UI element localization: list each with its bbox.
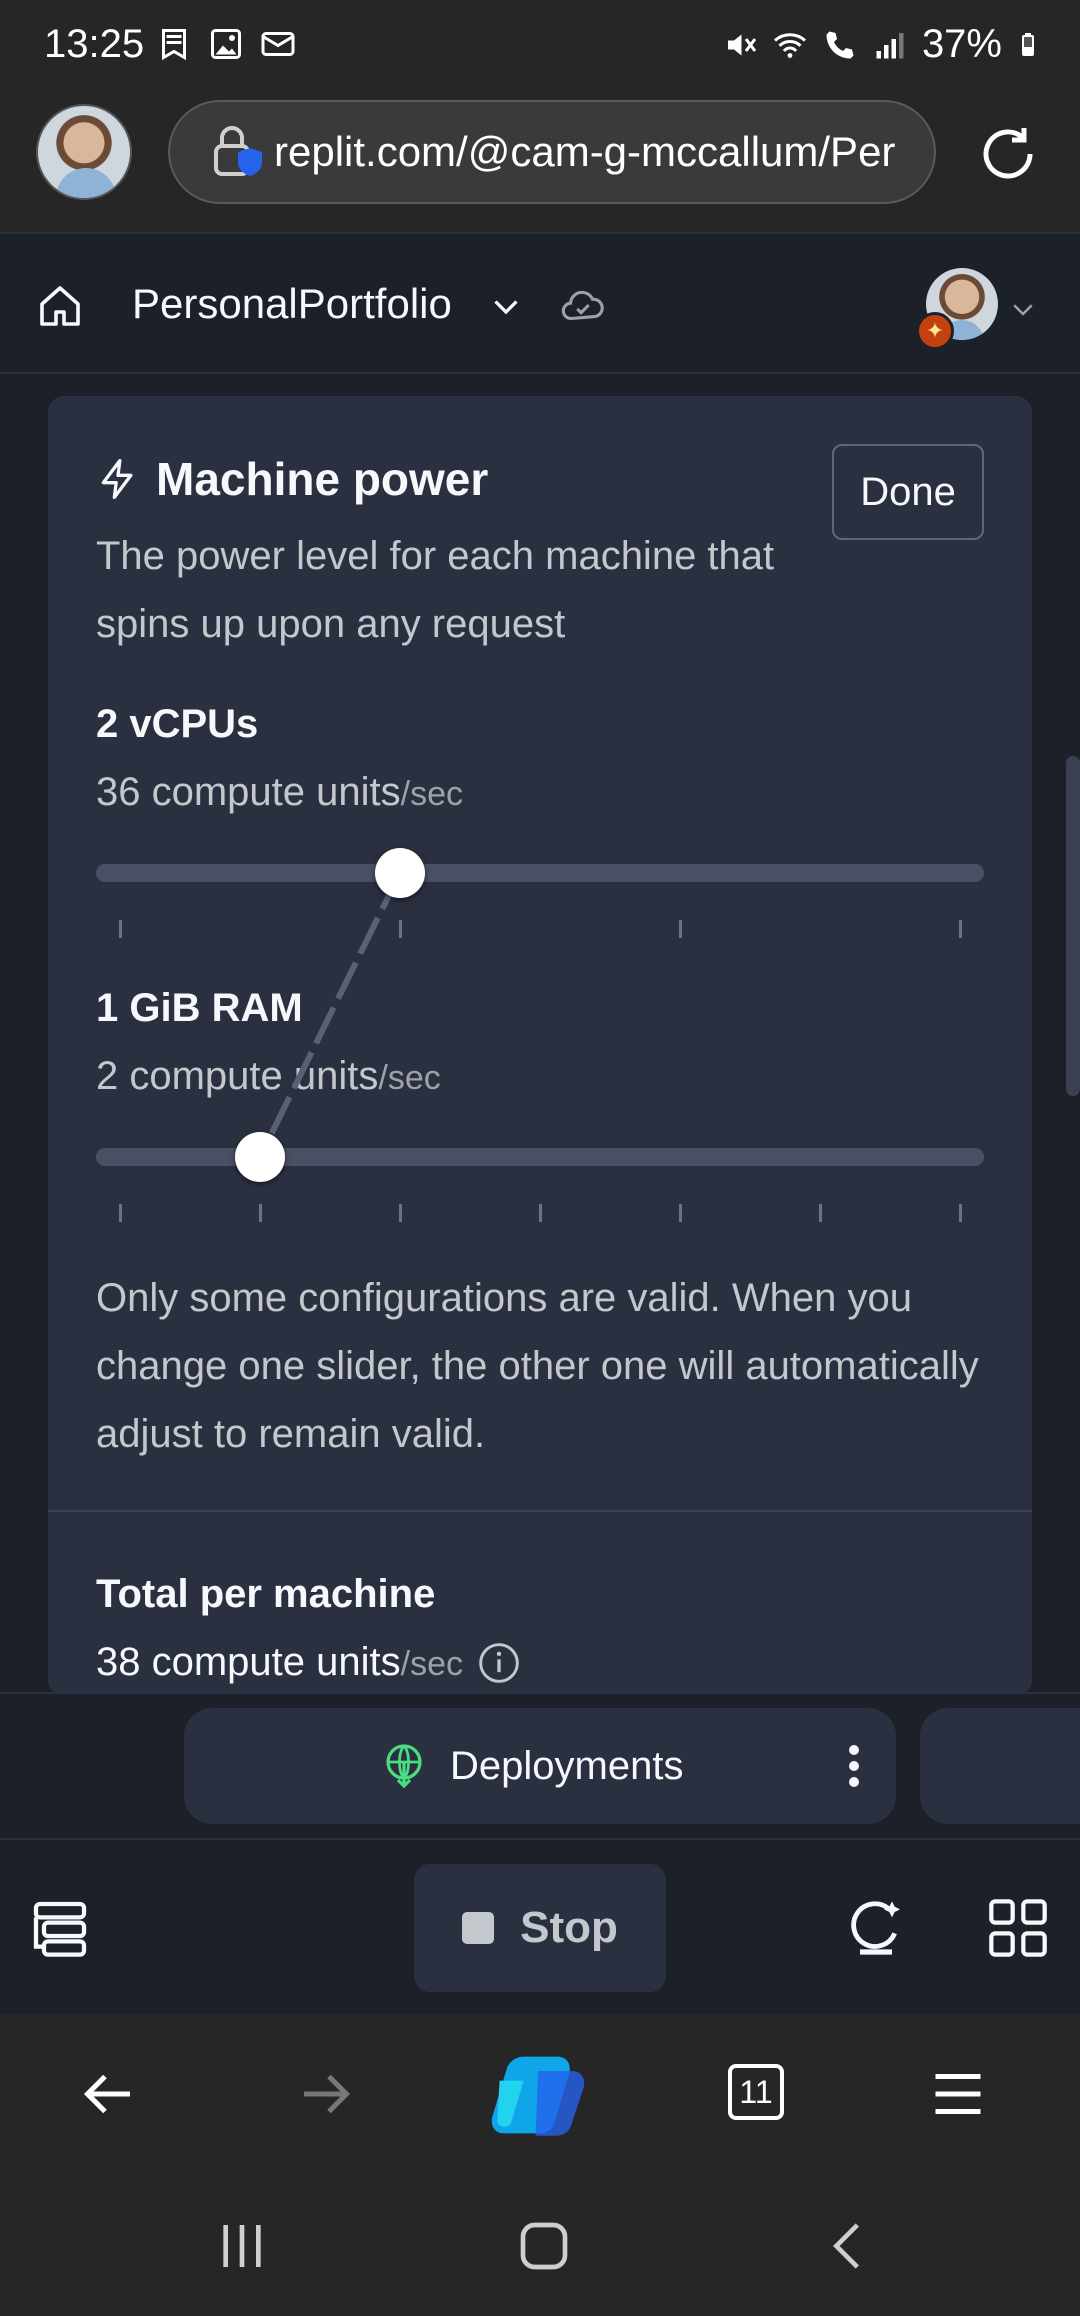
slider-tick [959,920,962,938]
divider [48,1510,1032,1512]
stop-icon [462,1912,495,1944]
machine-power-card: Machine power Done The power level for e… [48,396,1032,1696]
cpu-label: 2 vCPUs [96,702,259,746]
system-nav-bar [0,2174,1080,2316]
page-scrollbar[interactable] [1066,756,1080,1096]
mute-icon [727,34,757,55]
lightning-bolt-icon [101,459,133,499]
signal-icon [876,32,904,58]
address-bar-url[interactable]: replit.com/@cam-g-mccallum/Per [274,128,895,176]
wifi-icon [773,32,806,58]
tab-next[interactable] [920,1708,1080,1824]
ram-label: 1 GiB RAM [96,986,303,1030]
slider-tick [679,1204,682,1222]
chevron-down-icon[interactable] [488,288,524,324]
slider-tick [399,1204,402,1222]
card-title: Machine power [96,452,488,506]
site-security-icon[interactable] [210,124,266,180]
mail-notification-icon [261,32,295,56]
address-bar[interactable]: replit.com/@cam-g-mccallum/Per [168,100,936,204]
pane-tab-strip: Deployments [0,1692,1080,1838]
tab-count-button[interactable]: 11 [728,2064,784,2120]
ram-compute-units: 2 compute units/sec [96,1054,441,1098]
machine-power-title: Machine power [156,453,489,505]
home-icon[interactable] [36,282,84,330]
app-header: PersonalPortfolio ✦ [0,232,1080,374]
cloud-check-icon[interactable] [560,284,606,330]
ram-slider-thumb[interactable] [235,1132,285,1182]
apps-grid-icon[interactable] [986,1896,1050,1960]
system-back-icon[interactable] [820,2218,876,2274]
validity-note: Only some configurations are valid. When… [96,1276,979,1456]
stop-button[interactable]: Stop [414,1864,666,1992]
forward-arrow-icon[interactable] [294,2064,354,2124]
wifi-calling-icon [826,31,854,58]
battery-icon [1022,32,1034,56]
avatar-badge: ✦ [916,312,954,350]
reload-icon[interactable] [976,122,1040,186]
slider-tick [259,1204,262,1222]
copilot-icon[interactable] [490,2050,586,2140]
machine-power-description: The power level for each machine that sp… [96,534,775,646]
cpu-compute-units: 36 compute units/sec [96,770,463,814]
status-bar: 13:25 37% [0,0,1080,92]
browser-toolbar: replit.com/@cam-g-mccallum/Per [0,92,1080,232]
cpu-slider-track[interactable] [96,864,984,882]
menu-icon[interactable] [928,2064,988,2124]
avatar-chevron-down-icon[interactable] [1008,294,1038,324]
home-button-icon[interactable] [516,2218,572,2274]
slider-tick [679,920,682,938]
workspace-toolbar: Stop [0,1838,1080,2014]
project-name[interactable]: PersonalPortfolio [132,280,452,328]
tab-deployments[interactable]: Deployments [184,1708,896,1824]
ai-assistant-icon[interactable] [844,1896,908,1960]
total-per-machine-label: Total per machine [96,1572,436,1616]
browser-bottom-nav: 11 [0,2014,1080,2174]
slider-tick [819,1204,822,1222]
stop-label: Stop [520,1903,618,1952]
file-tree-icon[interactable] [28,1896,92,1960]
back-arrow-icon[interactable] [80,2064,140,2124]
bookmark-notification-icon [162,29,186,61]
slider-tick [399,920,402,938]
cpu-slider-thumb[interactable] [375,848,425,898]
total-per-machine-value: 38 compute units/sec [96,1640,521,1685]
slider-tick [119,1204,122,1222]
recent-apps-icon[interactable] [214,2218,270,2274]
deployments-icon [386,1744,422,1789]
slider-tick [959,1204,962,1222]
more-vertical-icon[interactable] [848,1742,860,1790]
battery-percent: 37% [921,22,1002,66]
image-notification-icon [211,29,241,59]
slider-tick [119,920,122,938]
slider-tick [539,1204,542,1222]
browser-profile-avatar[interactable] [36,104,132,200]
tab-deployments-label: Deployments [450,1743,684,1788]
status-time: 13:25 [44,22,145,66]
ram-slider-track[interactable] [96,1148,984,1166]
info-icon[interactable] [477,1641,521,1685]
done-button[interactable]: Done [832,444,984,540]
